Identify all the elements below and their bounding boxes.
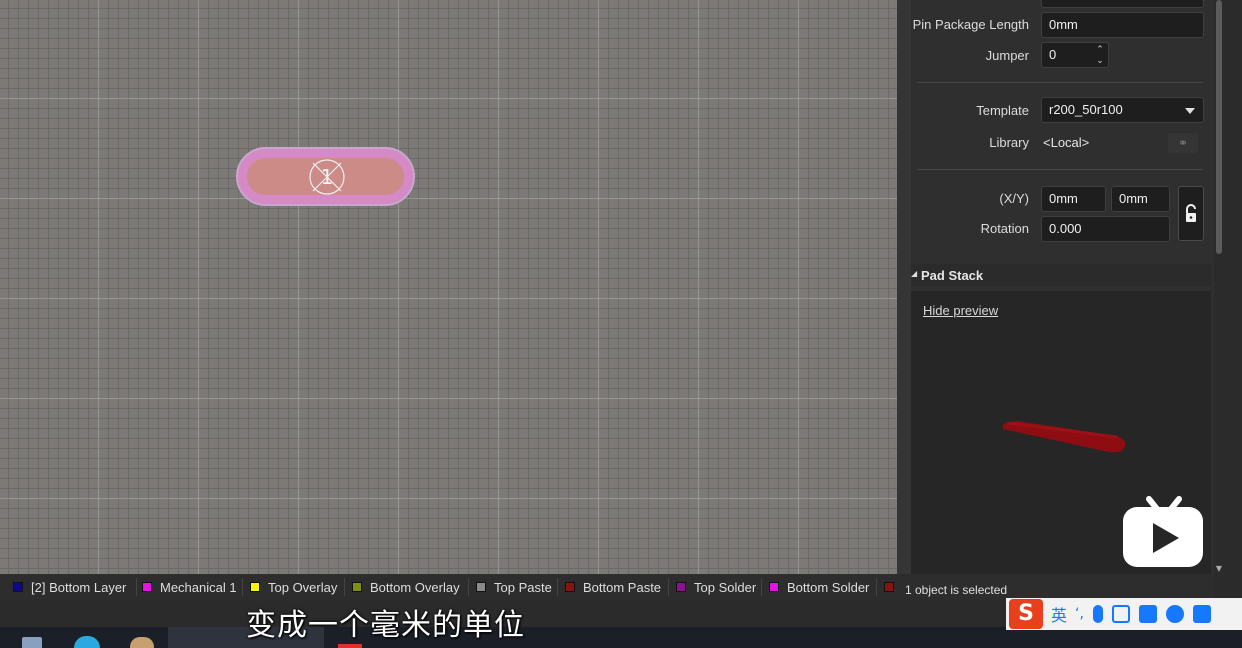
rotation-input[interactable]: 0.000	[1041, 216, 1170, 242]
pcb-canvas[interactable]: 1	[0, 0, 897, 574]
dropdown-arrow-icon	[1185, 108, 1195, 114]
section-divider	[917, 82, 1203, 83]
punctuation-icon[interactable]: ‘,	[1075, 606, 1084, 622]
pad-stack-title: Pad Stack	[921, 268, 984, 283]
lock-icon	[1186, 204, 1196, 222]
pad-designator: 1	[320, 165, 334, 189]
layer-color-swatch	[676, 582, 686, 592]
scroll-down-icon[interactable]: ▼	[1214, 564, 1224, 573]
layer-color-swatch	[769, 582, 779, 592]
tab-separator	[876, 578, 877, 596]
tab-separator	[761, 578, 762, 596]
layer-tab-label: Bottom Solder	[787, 579, 870, 595]
taskbar-app-icon[interactable]	[22, 637, 42, 648]
panel-scrollbar[interactable]: ▼	[1214, 0, 1242, 578]
layer-tab-bottom-layer[interactable]: [2] Bottom Layer	[13, 574, 126, 600]
y-input[interactable]: 0mm	[1111, 186, 1170, 212]
layer-tab-label: [2] Bottom Layer	[31, 579, 127, 595]
tab-separator	[242, 578, 243, 596]
x-input[interactable]: 0mm	[1041, 186, 1106, 212]
properties-panel: Pin Package Length 0mm Jumper 0 ⌃ ⌄ Temp…	[911, 0, 1214, 574]
library-value: <Local>	[1043, 135, 1090, 150]
grid-menu-icon[interactable]	[1192, 605, 1211, 623]
cut-off-field[interactable]	[1041, 0, 1204, 8]
panel-splitter[interactable]	[897, 0, 911, 574]
layer-tabs-bar: [2] Bottom Layer Mechanical 1 Top Overla…	[0, 574, 1214, 600]
ime-toolbar: S 英 ‘,	[1006, 598, 1242, 630]
chevron-down-icon[interactable]: ⌄	[1094, 55, 1106, 66]
layer-color-swatch	[250, 582, 260, 592]
pin-package-length-label: Pin Package Length	[912, 17, 1029, 32]
layer-color-swatch	[142, 582, 152, 592]
jumper-stepper[interactable]: 0 ⌃ ⌄	[1041, 42, 1109, 68]
pad-stack-header[interactable]: ◢ Pad Stack	[911, 264, 1211, 286]
tab-separator	[557, 578, 558, 596]
ime-mode-toggle[interactable]: 英	[1051, 602, 1067, 626]
library-label: Library	[989, 135, 1029, 150]
layer-tab-label: Bottom Paste	[583, 579, 662, 595]
tab-separator	[136, 578, 137, 596]
section-divider	[917, 169, 1203, 170]
layer-tab-bottom-solder[interactable]: Bottom Solder	[769, 574, 869, 600]
layer-color-swatch	[352, 582, 362, 592]
os-taskbar	[0, 627, 1242, 648]
rotation-label: Rotation	[980, 221, 1029, 236]
sogou-logo-icon[interactable]: S	[1009, 599, 1043, 629]
layer-tab-mechanical-1[interactable]: Mechanical 1	[142, 574, 237, 600]
template-value: r200_50r100	[1049, 102, 1123, 117]
scroll-thumb[interactable]	[1216, 0, 1222, 254]
collapse-triangle-icon: ◢	[911, 269, 918, 278]
chevron-up-icon[interactable]: ⌃	[1094, 44, 1106, 55]
toolbox-icon[interactable]	[1165, 605, 1184, 623]
layer-tab-top-paste[interactable]: Top Paste	[476, 574, 552, 600]
layer-tab-label: Top Paste	[494, 579, 552, 595]
video-subtitle: 变成一个毫米的单位	[246, 608, 525, 643]
layer-tab-label: Mechanical 1	[160, 579, 237, 595]
layer-color-swatch	[13, 582, 23, 592]
hide-preview-link[interactable]: Hide preview	[923, 303, 998, 318]
bilibili-logo-icon	[1123, 496, 1203, 567]
layer-tab-label: Bottom Overlay	[370, 579, 460, 595]
pin-package-length-input[interactable]: 0mm	[1041, 12, 1204, 38]
lock-button[interactable]	[1178, 186, 1204, 241]
tab-separator	[668, 578, 669, 596]
xy-label: (X/Y)	[999, 191, 1029, 206]
spin-buttons[interactable]: ⌃ ⌄	[1094, 44, 1106, 66]
browser-icon[interactable]	[74, 636, 100, 648]
layer-tab-top-overlay[interactable]: Top Overlay	[250, 574, 337, 600]
layer-tab-bottom-overlay[interactable]: Bottom Overlay	[352, 574, 460, 600]
layer-color-swatch	[884, 582, 894, 592]
layer-tab-label: Top Overlay	[268, 579, 338, 595]
layer-tab-more[interactable]	[884, 574, 902, 600]
pad-3d-preview	[1002, 421, 1126, 453]
status-text: 1 object is selected	[905, 583, 1008, 597]
jumper-label: Jumper	[985, 48, 1029, 63]
template-select[interactable]: r200_50r100	[1041, 97, 1204, 123]
jumper-value: 0	[1049, 47, 1057, 62]
taskbar-app-icon[interactable]	[338, 644, 362, 648]
layer-color-swatch	[565, 582, 575, 592]
keyboard-icon[interactable]	[1111, 605, 1130, 623]
pad-stack-preview[interactable]: Hide preview	[911, 291, 1211, 574]
tab-separator	[344, 578, 345, 596]
layer-tab-label: Top Solder	[694, 579, 757, 595]
microphone-icon[interactable]	[1092, 605, 1103, 623]
pad[interactable]: 1	[236, 147, 415, 206]
layer-tab-bottom-paste[interactable]: Bottom Paste	[565, 574, 661, 600]
tab-separator	[468, 578, 469, 596]
link-icon[interactable]: ⚭	[1168, 133, 1198, 153]
layer-color-swatch	[476, 582, 486, 592]
template-label: Template	[976, 103, 1029, 118]
skin-icon[interactable]	[1138, 605, 1157, 623]
pad-center-crosshair: 1	[308, 158, 346, 196]
layer-tab-top-solder[interactable]: Top Solder	[676, 574, 756, 600]
taskbar-app-icon[interactable]	[130, 637, 154, 648]
